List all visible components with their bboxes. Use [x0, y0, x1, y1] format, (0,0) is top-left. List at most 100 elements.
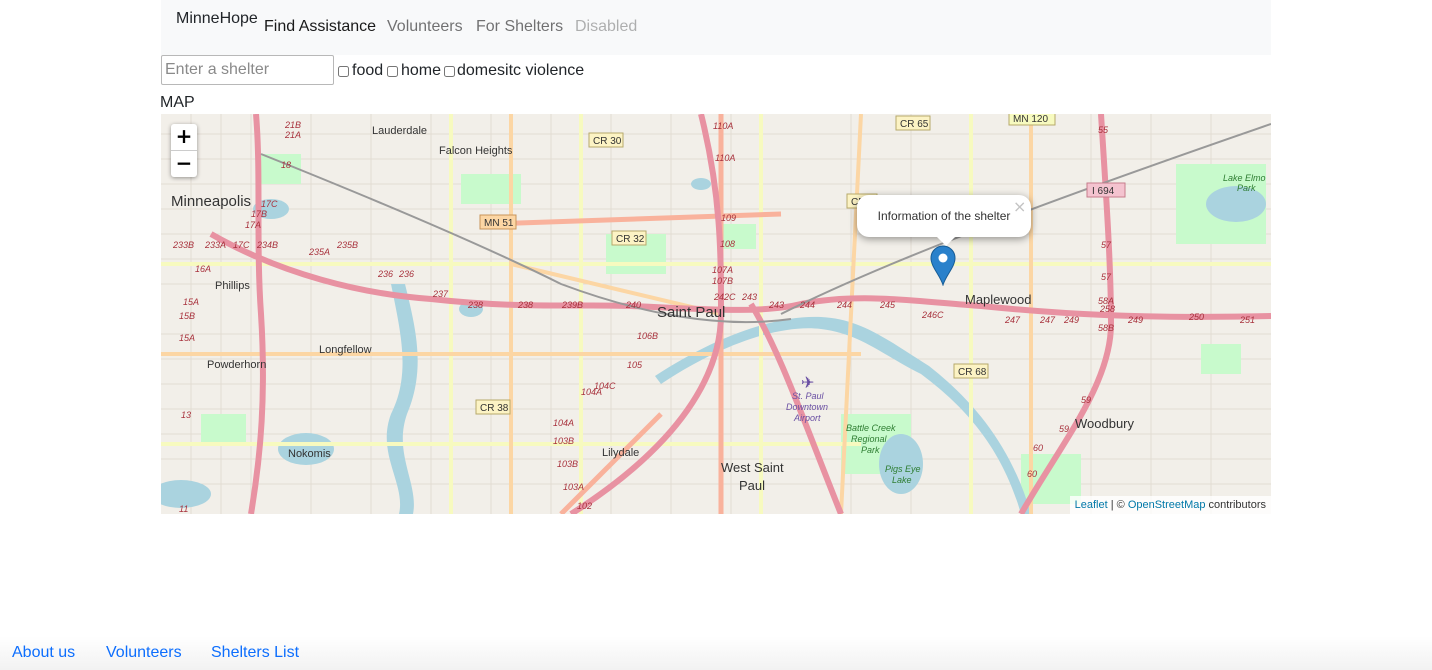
- place-label: Phillips: [215, 280, 250, 292]
- exit-number-label: 249: [1127, 315, 1143, 325]
- place-label: Battle Creek: [846, 423, 896, 433]
- exit-number-label: 106B: [637, 331, 658, 341]
- exit-number-label: 103A: [563, 482, 584, 492]
- exit-number-label: 235B: [336, 240, 358, 250]
- exit-number-label: 107A: [712, 265, 733, 275]
- road-shield: MN 51: [484, 218, 514, 229]
- exit-number-label: 258: [1099, 304, 1115, 314]
- place-label: St. Paul: [792, 391, 825, 401]
- exit-number-label: 247: [1039, 315, 1056, 325]
- shelter-search-input[interactable]: [161, 55, 334, 85]
- exit-number-label: 104A: [581, 387, 602, 397]
- exit-number-label: 13: [181, 410, 191, 420]
- exit-number-label: 17C: [261, 199, 278, 209]
- exit-number-label: 15A: [179, 333, 195, 343]
- exit-number-label: 236: [377, 269, 393, 279]
- shelter-popup: Information of the shelter: [857, 195, 1031, 237]
- leaflet-link[interactable]: Leaflet: [1075, 499, 1108, 511]
- exit-number-label: 17C: [233, 240, 250, 250]
- exit-number-label: 108: [720, 239, 735, 249]
- place-label: Nokomis: [288, 448, 331, 460]
- nav-for-shelters[interactable]: For Shelters: [476, 18, 563, 36]
- place-label: Pigs Eye: [885, 464, 921, 474]
- popup-text: Information of the shelter: [877, 209, 1011, 223]
- place-label: West Saint: [721, 460, 784, 475]
- place-label: Powderhorn: [207, 359, 266, 371]
- exit-number-label: 239B: [561, 300, 583, 310]
- road-shield: I 694: [1092, 186, 1115, 197]
- place-label: Falcon Heights: [439, 145, 513, 157]
- exit-number-label: 109: [721, 213, 736, 223]
- exit-number-label: 55: [1098, 125, 1109, 135]
- exit-number-label: 251: [1239, 315, 1255, 325]
- food-checkbox[interactable]: [338, 66, 349, 77]
- footer: About us Volunteers Shelters List: [0, 636, 1432, 670]
- popup-close-button[interactable]: ×: [1013, 197, 1026, 216]
- exit-number-label: 15B: [179, 311, 195, 321]
- exit-number-label: 105: [627, 360, 643, 370]
- exit-number-label: 244: [799, 300, 815, 310]
- exit-number-label: 102: [577, 501, 592, 511]
- map-tiles: Lauderdale Falcon Heights Minneapolis Ph…: [161, 114, 1271, 514]
- home-checkbox-label: home: [401, 62, 442, 79]
- exit-number-label: 235A: [308, 247, 330, 257]
- exit-number-label: 249: [1063, 315, 1079, 325]
- exit-number-label: 60: [1027, 469, 1037, 479]
- exit-number-label: 243: [768, 300, 784, 310]
- exit-number-label: 246C: [921, 310, 944, 320]
- zoom-in-button[interactable]: +: [171, 124, 197, 150]
- shelter-map[interactable]: Lauderdale Falcon Heights Minneapolis Ph…: [161, 114, 1271, 514]
- footer-about-us-link[interactable]: About us: [12, 644, 75, 662]
- exit-number-label: 240: [625, 300, 641, 310]
- exit-number-label: 242C: [713, 292, 736, 302]
- exit-number-label: 104A: [553, 418, 574, 428]
- nav-find-assistance[interactable]: Find Assistance: [264, 18, 376, 36]
- exit-number-label: 60: [1033, 443, 1043, 453]
- domestic-violence-checkbox[interactable]: [444, 66, 455, 77]
- exit-number-label: 238: [517, 300, 533, 310]
- openstreetmap-link[interactable]: OpenStreetMap: [1128, 499, 1206, 511]
- navbar: MinneHope Find Assistance Volunteers For…: [161, 0, 1271, 55]
- exit-number-label: 247: [1004, 315, 1021, 325]
- shelter-marker-icon[interactable]: [930, 245, 956, 286]
- exit-number-label: 15A: [183, 297, 199, 307]
- popup-tip: [936, 236, 956, 246]
- place-label: Minneapolis: [171, 193, 251, 210]
- exit-number-label: 59: [1059, 424, 1069, 434]
- place-label: Saint Paul: [657, 304, 725, 321]
- exit-number-label: 238: [467, 300, 483, 310]
- exit-number-label: 243: [741, 292, 757, 302]
- place-label: Airport: [793, 413, 821, 423]
- place-label: Maplewood: [965, 292, 1032, 307]
- exit-number-label: 103B: [553, 436, 574, 446]
- road-shield: CR 30: [593, 136, 622, 147]
- navbar-brand[interactable]: MinneHope: [176, 10, 258, 28]
- footer-volunteers-link[interactable]: Volunteers: [106, 644, 182, 662]
- footer-shelters-list-link[interactable]: Shelters List: [211, 644, 299, 662]
- place-label: Park: [861, 445, 880, 455]
- home-checkbox[interactable]: [387, 66, 398, 77]
- nav-disabled: Disabled: [575, 18, 638, 35]
- exit-number-label: 244: [836, 300, 852, 310]
- map-attribution: Leaflet | © OpenStreetMap contributors: [1069, 496, 1271, 514]
- exit-number-label: 110A: [713, 121, 733, 131]
- airport-icon: ✈: [801, 373, 814, 392]
- place-label: Lake: [892, 475, 912, 485]
- road-shield: MN 120: [1013, 114, 1048, 125]
- exit-number-label: 57: [1101, 240, 1112, 250]
- attribution-separator: | ©: [1107, 499, 1128, 511]
- exit-number-label: 57: [1101, 272, 1112, 282]
- place-label: Lilydale: [602, 447, 639, 459]
- zoom-out-button[interactable]: −: [171, 150, 197, 177]
- exit-number-label: 237: [432, 289, 449, 299]
- nav-volunteers[interactable]: Volunteers: [387, 18, 463, 36]
- exit-number-label: 236: [398, 269, 414, 279]
- place-label: Downtown: [786, 402, 828, 412]
- attribution-suffix: contributors: [1205, 499, 1266, 511]
- place-label: Regional: [851, 434, 888, 444]
- exit-number-label: 58B: [1098, 323, 1114, 333]
- exit-number-label: 107B: [712, 276, 733, 286]
- exit-number-label: 59: [1081, 395, 1091, 405]
- exit-number-label: 17A: [245, 220, 261, 230]
- exit-number-label: 250: [1188, 312, 1204, 322]
